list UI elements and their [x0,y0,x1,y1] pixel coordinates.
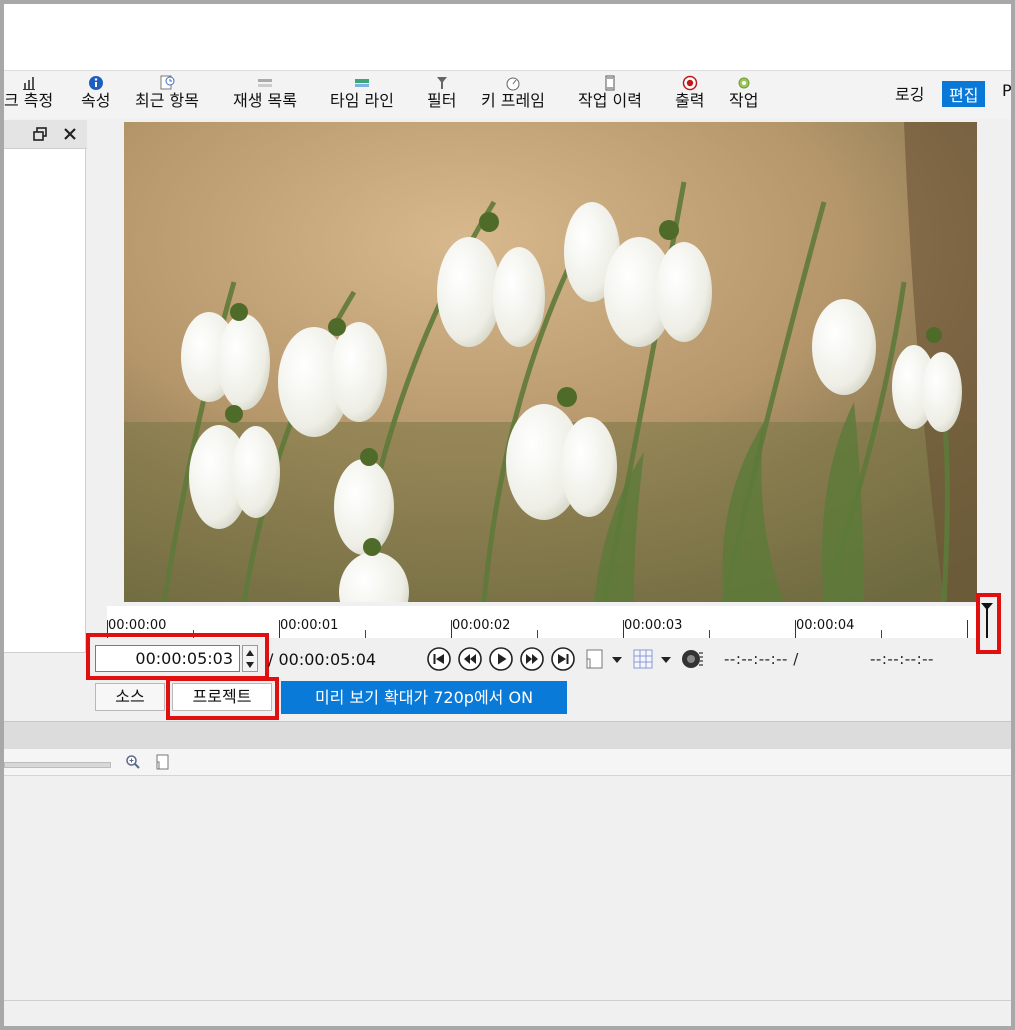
toolbar-history[interactable]: 작업 이력 [578,75,642,111]
zoom-fit-icon[interactable] [155,754,171,770]
playlist-icon [257,79,272,87]
playhead-marker-icon[interactable] [980,600,994,648]
float-panel-icon[interactable] [33,127,47,141]
toolbar-label: 최근 항목 [135,91,199,110]
toolbar-label: 필터 [427,91,457,110]
toolbar-peak-meter[interactable]: 크 측정 [4,75,53,111]
ruler-minor-tick [709,630,710,638]
status-bar [4,1001,1011,1026]
play-icon[interactable] [489,647,513,671]
toggle-zoom-icon[interactable] [584,647,608,671]
toolbar-recent[interactable]: 최근 항목 [135,75,199,111]
info-icon [88,76,103,90]
zoom-dropdown-icon[interactable] [610,647,624,671]
window-title-area [4,4,1011,70]
toolbar-jobs[interactable]: 작업 [729,75,758,111]
ruler-label: 00:00:00 [108,618,167,633]
ruler-minor-tick [365,630,366,638]
layout-more[interactable]: P [1002,81,1011,100]
timeline-icon [354,79,369,87]
ruler-label: 00:00:04 [796,618,855,633]
preview-scaling-banner: 미리 보기 확대가 720p에서 ON [281,681,567,714]
ruler-label: 00:00:03 [624,618,683,633]
zoom-in-icon[interactable] [125,754,141,770]
skip-to-end-icon[interactable] [551,647,575,671]
toolbar-label: 타임 라인 [330,91,394,110]
preview-image [124,122,977,602]
timecode-input[interactable]: 00:00:05:03 [95,645,240,672]
layout-editing[interactable]: 편집 [942,81,986,107]
filter-icon [436,77,447,89]
timecode-spinner[interactable] [242,645,258,672]
toolbar-label: 속성 [81,91,111,110]
video-preview[interactable] [124,122,977,602]
toolbar-properties[interactable]: 속성 [81,75,110,111]
toolbar-filters[interactable]: 필터 [427,75,456,111]
skip-to-start-icon[interactable] [427,647,451,671]
jobs-icon [738,77,750,89]
toolbar-keyframes[interactable]: 키 프레임 [481,75,545,111]
toolbar-playlist[interactable]: 재생 목록 [233,75,297,111]
close-icon[interactable] [63,127,77,141]
ruler-minor-tick [193,630,194,638]
out-point-label: --:--:--:-- [870,650,934,668]
zoom-slider[interactable] [4,762,111,768]
timeline-header [4,721,1011,750]
toolbar-label: 키 프레임 [481,91,545,110]
ruler-minor-tick [881,630,882,638]
toolbar-label: 출력 [675,91,705,110]
history-icon [605,75,615,91]
toolbar-label: 크 측정 [4,91,54,110]
main-toolbar: 크 측정 속성 최근 항목 재생 목록 타임 라인 필터 키 프레임 작업 이력… [4,70,1011,119]
timeline-toolbar [4,749,1011,776]
toolbar-label: 재생 목록 [233,91,297,110]
ruler-label: 00:00:02 [452,618,511,633]
ruler-label: 00:00:01 [280,618,339,633]
timeline-tracks-area[interactable] [4,776,1011,1001]
grid-dropdown-icon[interactable] [659,647,673,671]
ruler-minor-tick [537,630,538,638]
tab-source[interactable]: 소스 [95,683,165,711]
toolbar-label: 작업 이력 [578,91,642,110]
ruler-major-tick [967,620,968,638]
spin-down-icon[interactable] [245,661,255,669]
tab-project[interactable]: 프로젝트 [172,683,272,711]
timecode-ruler[interactable]: 00:00:00 00:00:01 00:00:02 00:00:03 00:0… [107,606,977,638]
toolbar-label: 작업 [729,91,759,110]
layout-logging[interactable]: 로깅 [895,81,924,105]
recent-icon [160,75,175,90]
rewind-icon[interactable] [458,647,482,671]
dock-content [4,149,86,653]
left-dock-panel [4,120,87,655]
duration-label: / 00:00:05:04 [268,650,377,669]
keyframe-icon [506,77,520,91]
export-icon [682,75,697,91]
fast-forward-icon[interactable] [520,647,544,671]
in-point-label: --:--:--:-- / [724,650,799,668]
volume-icon[interactable] [680,647,704,671]
spin-up-icon[interactable] [245,649,255,657]
grid-icon[interactable] [632,647,656,671]
toolbar-export[interactable]: 출력 [675,75,704,111]
toolbar-timeline[interactable]: 타임 라인 [330,75,394,111]
dock-header [4,120,87,149]
peak-meter-icon [22,77,35,90]
